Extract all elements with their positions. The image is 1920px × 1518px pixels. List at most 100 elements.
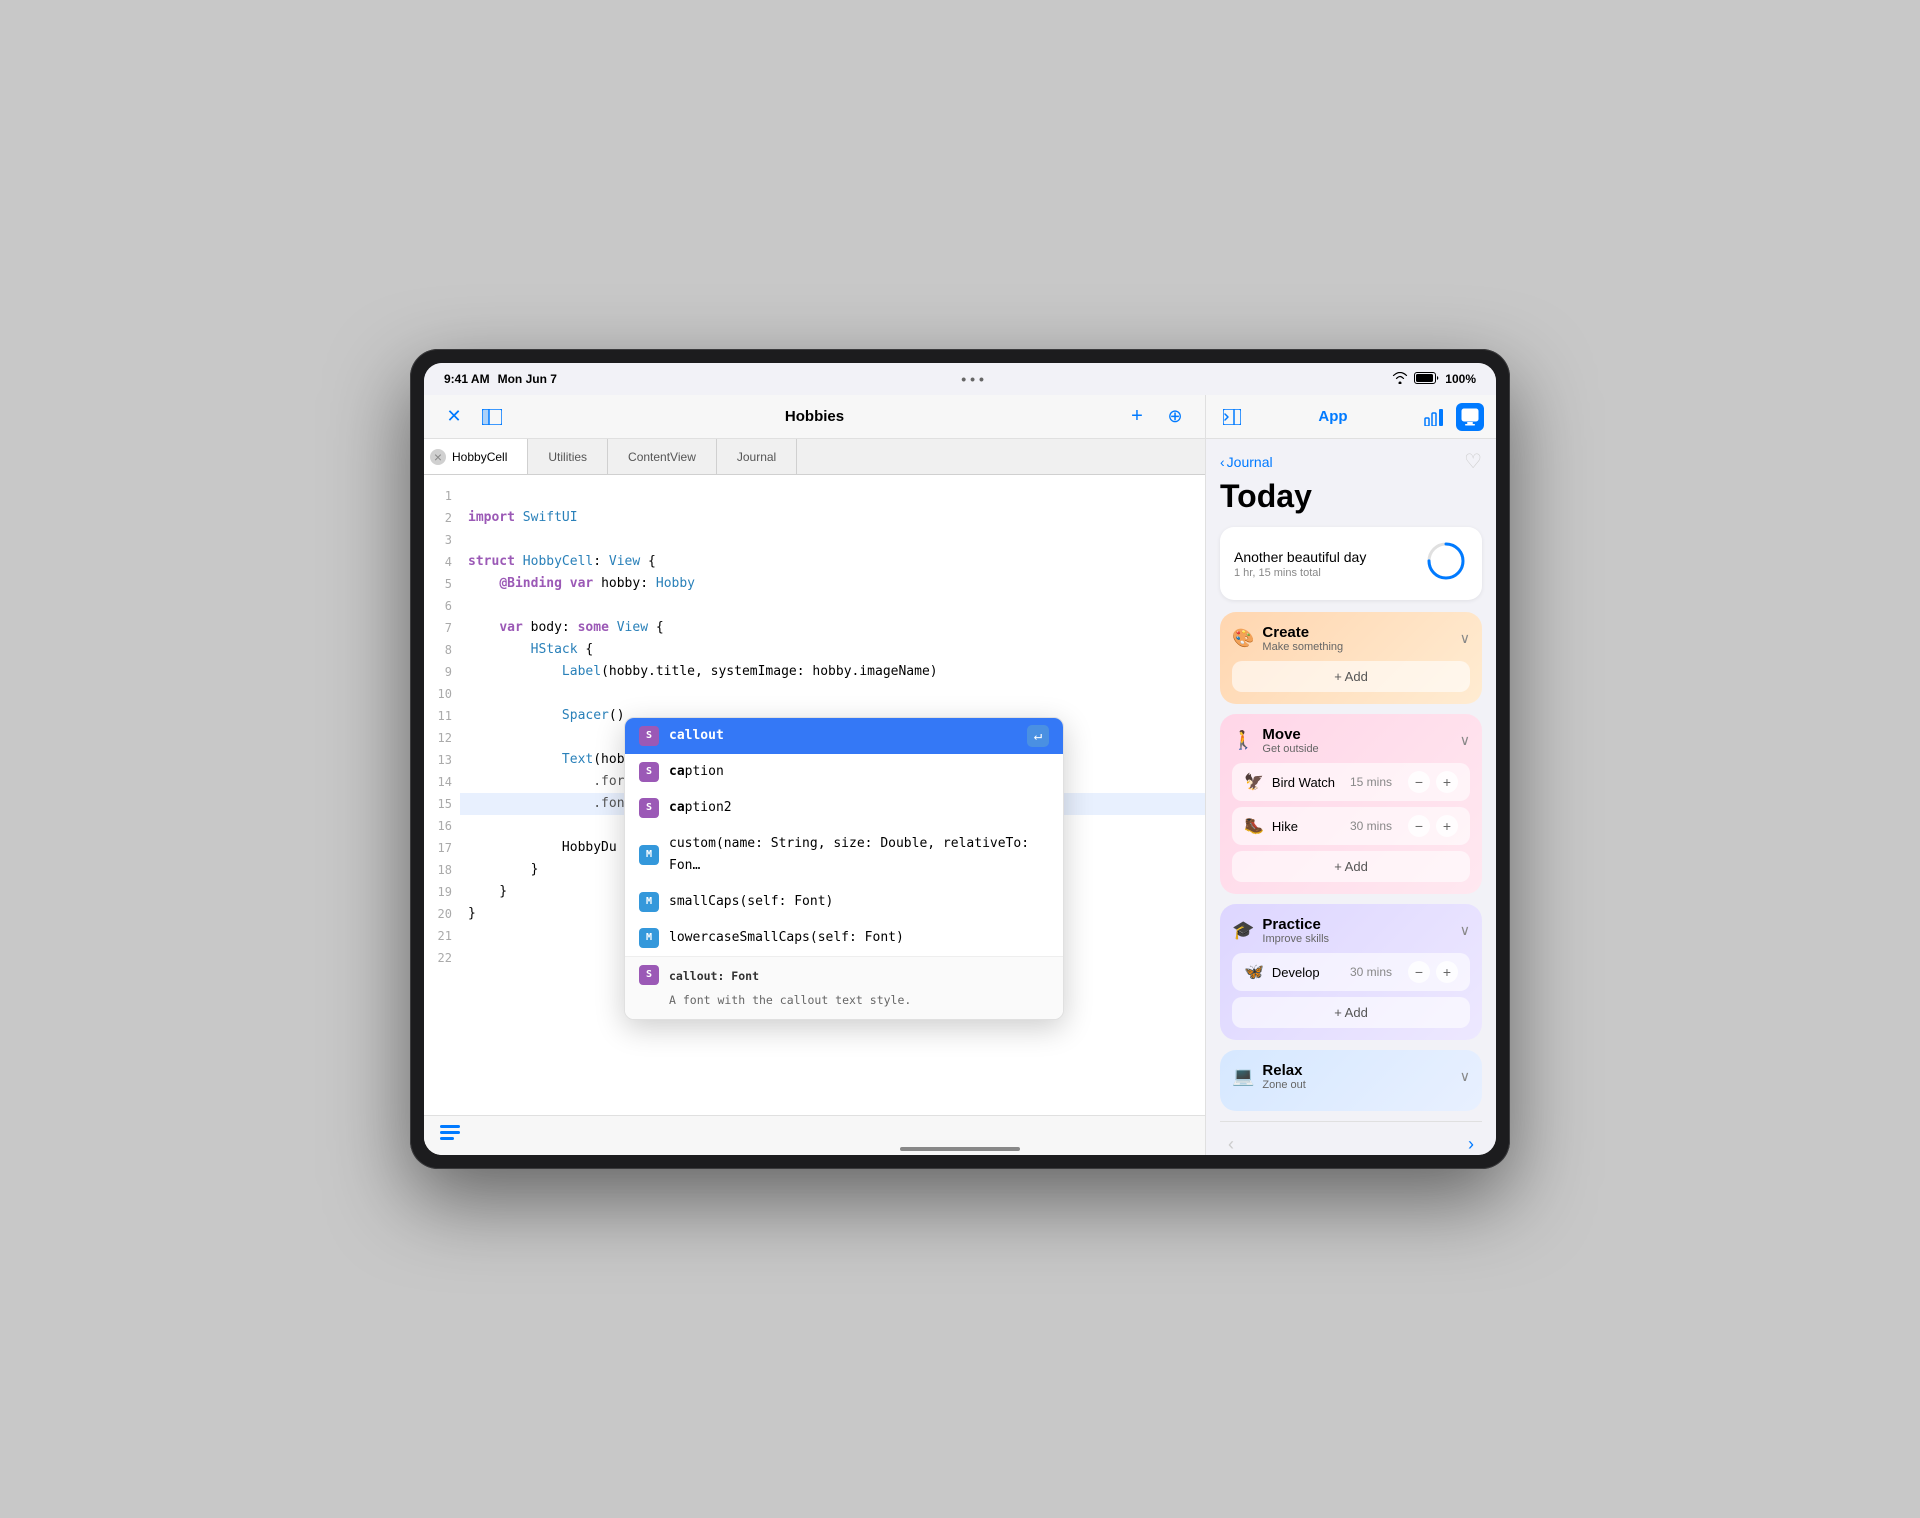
bar-chart-button[interactable] <box>1420 403 1448 431</box>
practice-add-button[interactable]: + Add <box>1232 997 1470 1028</box>
section-practice-title: Practice <box>1262 916 1459 933</box>
journal-title: Today <box>1220 478 1482 515</box>
ipad-screen: 9:41 AM Mon Jun 7 ••• <box>424 363 1496 1155</box>
sidebar-toggle-button[interactable] <box>478 403 506 431</box>
ac-badge-s2: S <box>639 762 659 782</box>
hike-time: 30 mins <box>1350 819 1392 833</box>
right-panel: App <box>1206 395 1496 1155</box>
chevron-left-icon: ‹ <box>1220 454 1225 470</box>
section-move-chevron[interactable]: ∨ <box>1460 732 1470 749</box>
section-relax-sub: Zone out <box>1262 1079 1459 1091</box>
code-line-6 <box>460 595 1205 617</box>
device-view-button[interactable] <box>1456 403 1484 431</box>
inspector-toggle-button[interactable] <box>1218 403 1246 431</box>
status-right: 100% <box>1392 372 1476 387</box>
bird-watch-plus[interactable]: + <box>1436 771 1458 793</box>
ac-badge-m2: M <box>639 892 659 912</box>
activity-hike: 🥾 Hike 30 mins − + <box>1232 807 1470 845</box>
more-options-button[interactable]: ⊕ <box>1161 403 1189 431</box>
ac-item-smallcaps[interactable]: M smallCaps(self: Font) <box>625 884 1063 920</box>
toolbar-left: ✕ <box>440 403 506 431</box>
today-card-subtitle: 1 hr, 15 mins total <box>1234 567 1414 579</box>
journal-prev-button[interactable]: ‹ <box>1220 1130 1242 1155</box>
ac-badge-m3: M <box>639 928 659 948</box>
code-line-7: var body: some View { <box>460 617 1205 639</box>
code-area[interactable]: 12345 678910 1112131415 1617181920 2122 … <box>424 475 1205 1115</box>
ac-footer-text: callout: Font A font with the callout te… <box>669 965 911 1011</box>
editor-panel: ✕ Hobbies + ⊕ <box>424 395 1206 1155</box>
ac-footer-badge: S <box>639 965 659 985</box>
section-practice-header: 🎓 Practice Improve skills ∨ <box>1232 916 1470 945</box>
section-create-chevron[interactable]: ∨ <box>1460 630 1470 647</box>
ac-footer-title: callout: Font <box>669 965 911 987</box>
ac-text-lowercase: lowercaseSmallCaps(self: Font) <box>669 927 1049 949</box>
hike-plus[interactable]: + <box>1436 815 1458 837</box>
right-toolbar: App <box>1206 395 1496 439</box>
bird-watch-minus[interactable]: − <box>1408 771 1430 793</box>
add-file-button[interactable]: + <box>1123 403 1151 431</box>
tab-content-view[interactable]: ContentView <box>608 439 717 474</box>
bird-watch-time: 15 mins <box>1350 775 1392 789</box>
close-button[interactable]: ✕ <box>440 403 468 431</box>
editor-toolbar: ✕ Hobbies + ⊕ <box>424 395 1205 439</box>
create-add-button[interactable]: + Add <box>1232 661 1470 692</box>
ac-item-caption[interactable]: S caption <box>625 754 1063 790</box>
list-view-button[interactable] <box>440 1125 460 1146</box>
status-date: Mon Jun 7 <box>498 372 557 386</box>
section-relax-chevron[interactable]: ∨ <box>1460 1068 1470 1085</box>
journal-panel[interactable]: ‹ Journal ♡ Today Another beautiful day … <box>1206 439 1496 1155</box>
status-time: 9:41 AM <box>444 372 490 386</box>
toolbar-right: + ⊕ <box>1123 403 1189 431</box>
section-practice-title-area: Practice Improve skills <box>1262 916 1459 945</box>
hike-minus[interactable]: − <box>1408 815 1430 837</box>
bird-watch-icon: 🦅 <box>1244 772 1264 792</box>
section-create-header: 🎨 Create Make something ∨ <box>1232 624 1470 653</box>
code-line-4: struct HobbyCell: View { <box>460 551 1205 573</box>
section-practice-chevron[interactable]: ∨ <box>1460 922 1470 939</box>
section-create-title-area: Create Make something <box>1262 624 1459 653</box>
rt-left <box>1218 403 1246 431</box>
bird-watch-controls: − + <box>1408 771 1458 793</box>
activity-develop: 🦋 Develop 30 mins − + <box>1232 953 1470 991</box>
develop-plus[interactable]: + <box>1436 961 1458 983</box>
today-card: Another beautiful day 1 hr, 15 mins tota… <box>1220 527 1482 600</box>
section-move: 🚶 Move Get outside ∨ 🦅 Bird Watch 15 min… <box>1220 714 1482 894</box>
tab-hobby-cell[interactable]: HobbyCell <box>424 439 528 474</box>
ac-item-caption2[interactable]: S caption2 <box>625 790 1063 826</box>
develop-minus[interactable]: − <box>1408 961 1430 983</box>
ac-item-custom[interactable]: M custom(name: String, size: Double, rel… <box>625 826 1063 884</box>
ac-item-lowercase[interactable]: M lowercaseSmallCaps(self: Font) <box>625 920 1063 956</box>
section-relax-title: Relax <box>1262 1062 1459 1079</box>
section-practice-sub: Improve skills <box>1262 933 1459 945</box>
develop-icon: 🦋 <box>1244 962 1264 982</box>
battery-pct: 100% <box>1445 372 1476 386</box>
line-numbers: 12345 678910 1112131415 1617181920 2122 <box>424 475 460 1115</box>
move-add-button[interactable]: + Add <box>1232 851 1470 882</box>
wifi-icon <box>1392 372 1408 387</box>
ac-footer-desc: A font with the callout text style. <box>669 989 911 1011</box>
journal-favorite-button[interactable]: ♡ <box>1464 449 1482 474</box>
develop-name: Develop <box>1272 965 1342 980</box>
relax-icon: 💻 <box>1232 1066 1254 1087</box>
section-relax-title-area: Relax Zone out <box>1262 1062 1459 1091</box>
section-move-sub: Get outside <box>1262 743 1459 755</box>
code-line-3 <box>460 529 1205 551</box>
status-dots: ••• <box>557 371 1392 387</box>
ac-return-icon: ↵ <box>1027 725 1049 747</box>
journal-back-button[interactable]: ‹ Journal <box>1220 454 1273 470</box>
practice-icon: 🎓 <box>1232 920 1254 941</box>
ac-badge-s3: S <box>639 798 659 818</box>
today-card-text: Another beautiful day 1 hr, 15 mins tota… <box>1234 549 1414 579</box>
editor-bottom-bar <box>424 1115 1205 1155</box>
main-area: ✕ Hobbies + ⊕ <box>424 395 1496 1155</box>
rt-right-icons <box>1420 403 1484 431</box>
ac-item-callout[interactable]: S callout ↵ <box>625 718 1063 754</box>
code-line-9: Label(hobby.title, systemImage: hobby.im… <box>460 661 1205 683</box>
ac-footer: S callout: Font A font with the callout … <box>625 956 1063 1019</box>
tab-journal[interactable]: Journal <box>717 439 797 474</box>
section-relax-header: 💻 Relax Zone out ∨ <box>1232 1062 1470 1091</box>
section-move-header: 🚶 Move Get outside ∨ <box>1232 726 1470 755</box>
journal-next-button[interactable]: › <box>1460 1130 1482 1155</box>
develop-controls: − + <box>1408 961 1458 983</box>
tab-utilities[interactable]: Utilities <box>528 439 608 474</box>
